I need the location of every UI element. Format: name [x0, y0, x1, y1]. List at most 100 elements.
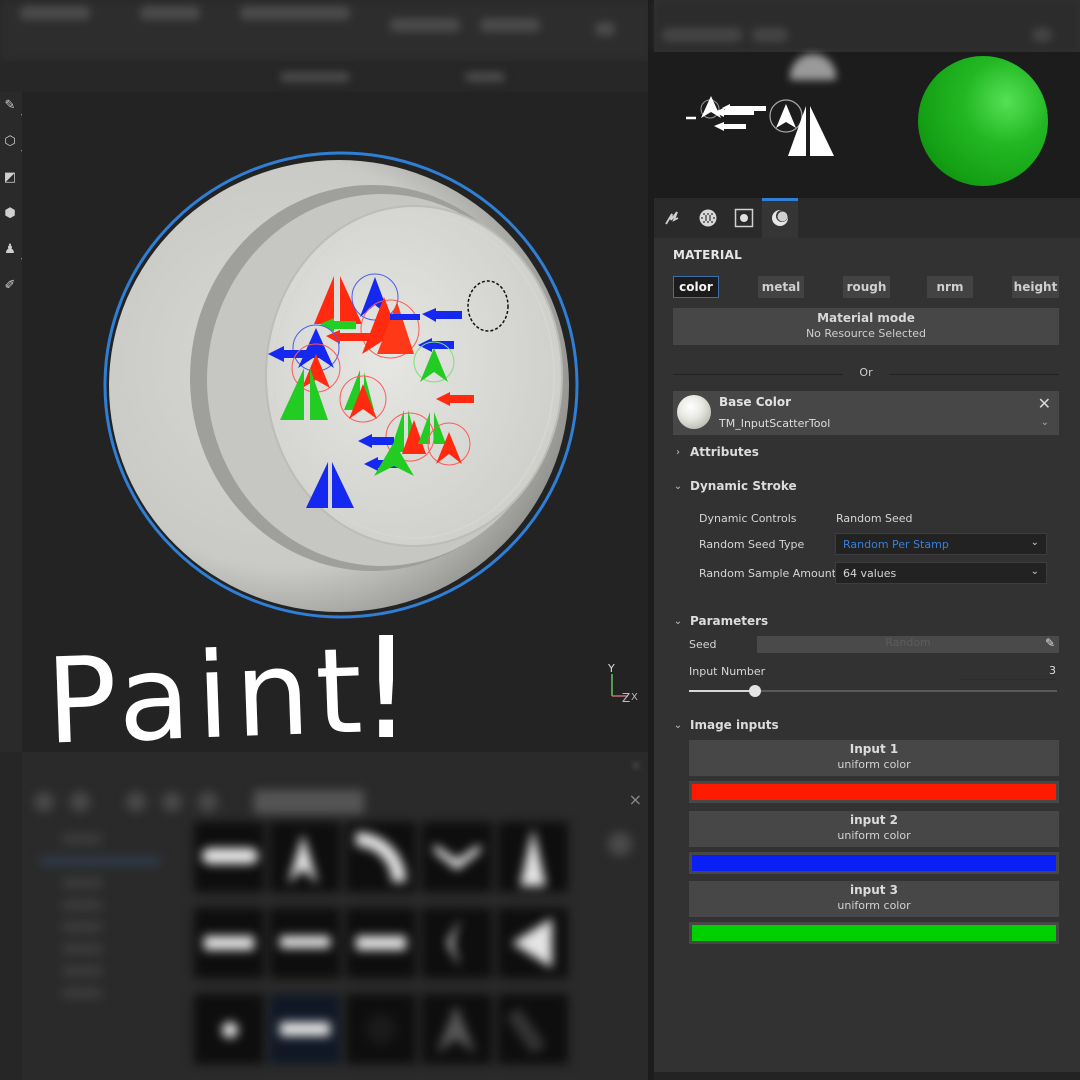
viewport-tab-blurred[interactable] — [465, 72, 505, 82]
clear-resource-button[interactable]: ✕ — [1038, 394, 1051, 413]
image-input-3-slot[interactable]: input 3 uniform color — [689, 881, 1059, 917]
image-input-type: uniform color — [837, 758, 911, 771]
image-input-title: input 2 — [849, 813, 899, 827]
material-mode-status: No Resource Selected — [805, 327, 927, 340]
random-seed-type-value: Random Per Stamp — [843, 538, 949, 551]
attributes-group-header[interactable]: › Attributes — [673, 445, 759, 459]
tree-item-selected[interactable] — [40, 856, 160, 866]
chevron-down-icon: ⌄ — [1030, 566, 1039, 577]
alpha-thumbnail[interactable] — [270, 822, 340, 892]
shelf-search-input[interactable] — [254, 790, 364, 814]
tree-item[interactable] — [62, 922, 102, 932]
z-axis-label: Z — [622, 691, 630, 702]
tab-alpha[interactable] — [690, 198, 726, 238]
random-sample-amount-select[interactable]: 64 values ⌄ — [835, 562, 1047, 584]
tree-item[interactable] — [62, 944, 102, 954]
menu-item-blurred[interactable] — [390, 18, 460, 32]
geometry-tool[interactable]: ⬡⌄ — [0, 130, 26, 155]
material-mode-slot[interactable]: Material mode No Resource Selected — [673, 308, 1059, 345]
shelf-content-blurred — [22, 752, 648, 1080]
or-label: Or — [859, 366, 873, 379]
attributes-label: Attributes — [690, 445, 759, 459]
alpha-thumbnail[interactable] — [346, 994, 416, 1064]
image-input-2-slot[interactable]: input 2 uniform color — [689, 811, 1059, 847]
alpha-thumbnail[interactable] — [194, 822, 264, 892]
base-color-resource: TM_InputScatterTool — [719, 417, 831, 430]
shelf-filter-button[interactable] — [162, 792, 182, 812]
brush-tool[interactable]: ✎⌄ — [0, 94, 26, 119]
tree-item[interactable] — [62, 966, 102, 976]
projection-tool[interactable]: ◩ — [0, 166, 20, 188]
alpha-thumbnail[interactable] — [422, 908, 492, 978]
status-bar — [654, 1072, 1080, 1080]
clone-tool[interactable]: ♟⌄ — [0, 238, 26, 263]
alpha-thumbnail[interactable] — [498, 908, 568, 978]
brush-stroke-icon — [665, 211, 679, 225]
channel-height-button[interactable]: height — [1012, 276, 1059, 298]
shelf-preview-button[interactable] — [608, 832, 632, 856]
color-swatch-button[interactable] — [689, 781, 1059, 803]
preview-shape-blurred — [790, 54, 836, 80]
chevron-down-icon: ⌄ — [1040, 417, 1049, 428]
shelf-filter-button[interactable] — [34, 792, 54, 812]
alpha-thumbnail[interactable] — [346, 822, 416, 892]
close-icon[interactable]: × — [630, 758, 642, 774]
tree-item[interactable] — [62, 900, 102, 910]
channel-rough-button[interactable]: rough — [843, 276, 890, 298]
alpha-thumbnail[interactable] — [194, 908, 264, 978]
seed-field[interactable]: Random ✎ — [757, 636, 1059, 653]
menu-item-blurred[interactable] — [140, 6, 200, 20]
eraser-tool[interactable]: ⬢ — [0, 202, 20, 224]
tree-item[interactable] — [62, 878, 102, 888]
channel-nrm-button[interactable]: nrm — [927, 276, 973, 298]
random-seed-type-select[interactable]: Random Per Stamp ⌄ — [835, 533, 1047, 555]
slider-handle[interactable] — [749, 685, 762, 697]
pencil-icon[interactable]: ✎ — [1045, 636, 1055, 650]
seed-label: Seed — [689, 638, 717, 651]
menu-item-blurred[interactable] — [595, 22, 615, 36]
alpha-thumbnail[interactable] — [194, 994, 264, 1064]
tab-brush-settings[interactable] — [654, 198, 690, 238]
base-color-slot[interactable]: Base Color TM_InputScatterTool ✕ ⌄ — [673, 391, 1059, 435]
alpha-thumbnail[interactable] — [422, 994, 492, 1064]
alpha-thumbnail[interactable] — [498, 822, 568, 892]
panel-menu-blurred[interactable] — [1032, 28, 1052, 42]
alpha-thumbnail[interactable] — [270, 908, 340, 978]
tab-stencil[interactable] — [726, 198, 762, 238]
dynamic-controls-label: Dynamic Controls — [699, 512, 797, 525]
dynamic-stroke-group-header[interactable]: ⌄ Dynamic Stroke — [673, 479, 797, 493]
alpha-thumbnail[interactable] — [346, 908, 416, 978]
parameters-group-header[interactable]: ⌄ Parameters — [673, 614, 768, 628]
color-swatch — [692, 784, 1056, 800]
alpha-thumbnail-selected[interactable] — [270, 994, 340, 1064]
shelf-close-button[interactable]: × — [629, 790, 642, 809]
menu-item-blurred[interactable] — [480, 18, 540, 32]
menu-item-blurred[interactable] — [240, 6, 350, 20]
shelf-filter-button[interactable] — [126, 792, 146, 812]
close-icon: ✕ — [1037, 394, 1051, 413]
alpha-dots-icon — [699, 209, 717, 227]
color-swatch-button[interactable] — [689, 852, 1059, 874]
shelf-filter-button[interactable] — [70, 792, 90, 812]
viewport-tab-blurred[interactable] — [280, 72, 350, 82]
3d-viewport[interactable]: Paint ! Y Z X — [22, 92, 648, 771]
expand-resource-button[interactable]: ⌄ — [1041, 417, 1049, 428]
color-picker-tool[interactable]: ✐ — [0, 274, 20, 296]
channel-metal-button[interactable]: metal — [758, 276, 804, 298]
input-number-field[interactable]: 3 — [959, 664, 1056, 680]
menu-item-blurred[interactable] — [20, 6, 90, 20]
chevron-down-icon: ⌄ — [673, 719, 683, 731]
alpha-thumbnail[interactable] — [422, 822, 492, 892]
input-number-slider[interactable] — [689, 684, 1057, 698]
image-inputs-group-header[interactable]: ⌄ Image inputs — [673, 718, 779, 732]
properties-header-blurred — [654, 0, 1080, 52]
image-input-1-slot[interactable]: Input 1 uniform color — [689, 740, 1059, 776]
alpha-thumbnail[interactable] — [498, 994, 568, 1064]
tree-item[interactable] — [62, 988, 102, 998]
channel-color-button[interactable]: color — [673, 276, 719, 298]
properties-tabs — [654, 198, 1080, 238]
tree-item[interactable] — [62, 834, 102, 844]
tab-material[interactable] — [762, 198, 798, 238]
shelf-filter-button[interactable] — [198, 792, 218, 812]
color-swatch-button[interactable] — [689, 922, 1059, 944]
